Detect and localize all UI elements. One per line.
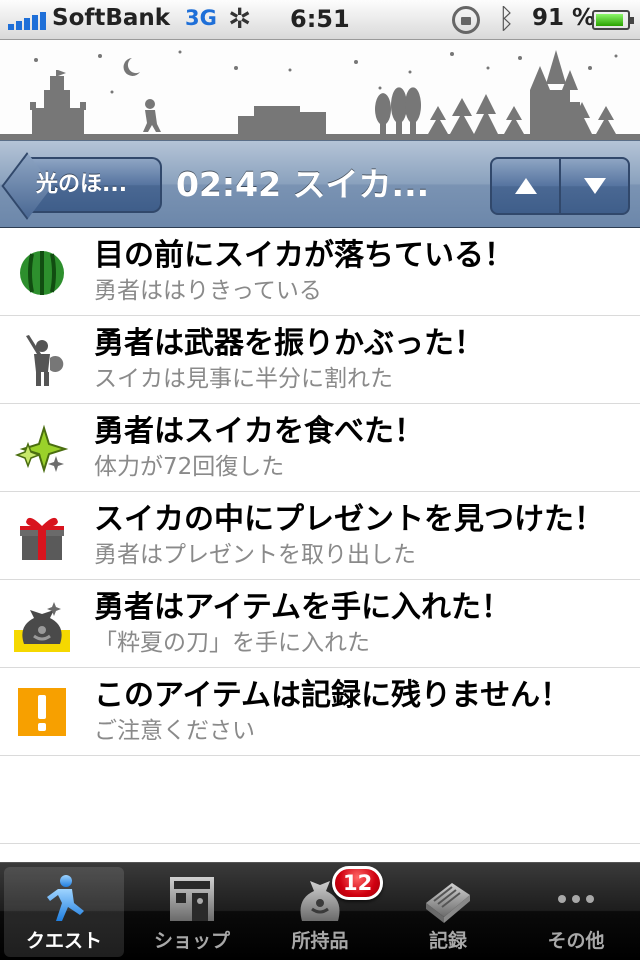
event-title: 勇者はアイテムを手に入れた！ xyxy=(94,590,511,625)
shop-icon xyxy=(170,877,214,921)
battery-percentage: 91 % xyxy=(532,5,596,31)
activity-spinner-icon: ✲ xyxy=(228,2,252,35)
event-subtitle: 勇者はプレゼントを取り出した xyxy=(94,542,416,568)
running-hero-icon xyxy=(47,875,84,921)
list-item[interactable]: スイカの中にプレゼントを見つけた！ 勇者はプレゼントを取り出した xyxy=(0,492,640,580)
tab-records[interactable]: 記録 xyxy=(388,867,508,957)
nav-title: 02:42 スイカ... xyxy=(176,165,430,204)
list-item[interactable]: 勇者は武器を振りかぶった！ スイカは見事に半分に割れた xyxy=(0,316,640,404)
event-title: スイカの中にプレゼントを見つけた！ xyxy=(94,502,604,537)
previous-button[interactable] xyxy=(492,159,559,213)
more-dots-icon xyxy=(558,895,594,903)
inventory-badge: 12 xyxy=(332,866,384,900)
bluetooth-icon: ᛒ xyxy=(498,2,515,35)
rotation-lock-icon xyxy=(452,6,480,34)
tab-label: その他 xyxy=(547,930,605,952)
event-title: 勇者はスイカを食べた！ xyxy=(94,414,424,449)
tab-label: ショップ xyxy=(153,930,230,952)
castle-landscape-illustration xyxy=(0,50,640,140)
gift-box-icon xyxy=(20,517,64,560)
list-item[interactable]: このアイテムは記録に残りません！ ご注意ください xyxy=(0,668,640,756)
event-title: 勇者は武器を振りかぶった！ xyxy=(94,326,484,361)
event-subtitle: ご注意ください xyxy=(94,718,255,744)
tab-bar: クエスト ショップ 所持品 記録 その他 xyxy=(0,862,640,960)
item-bag-icon xyxy=(14,602,70,652)
tab-label: 記録 xyxy=(428,930,467,952)
event-subtitle: 勇者ははりきっている xyxy=(94,278,322,304)
header-banner xyxy=(0,40,640,140)
carrier-name: SoftBank xyxy=(52,5,171,31)
event-subtitle: 「粋夏の刀」を手に入れた xyxy=(94,630,370,656)
quest-event-list: 目の前にスイカが落ちている！ 勇者ははりきっている 勇者は武器を振りかぶった！ … xyxy=(0,228,640,844)
event-subtitle: 体力が72回復した xyxy=(94,454,285,480)
event-title: このアイテムは記録に残りません！ xyxy=(94,678,571,713)
status-time: 6:51 xyxy=(290,5,350,33)
hero-with-sword-icon xyxy=(26,335,64,386)
list-item[interactable]: 勇者はスイカを食べた！ 体力が72回復した xyxy=(0,404,640,492)
tab-shop[interactable]: ショップ xyxy=(132,867,252,957)
event-title: 目の前にスイカが落ちている！ xyxy=(94,238,514,273)
tab-quest[interactable]: クエスト xyxy=(4,867,124,957)
battery-icon xyxy=(592,10,634,30)
event-subtitle: スイカは見事に半分に割れた xyxy=(94,366,393,392)
warning-exclamation-icon xyxy=(18,688,66,736)
list-item[interactable]: 勇者はアイテムを手に入れた！ 「粋夏の刀」を手に入れた xyxy=(0,580,640,668)
status-bar: SoftBank 3G ✲ 6:51 ᛒ 91 % xyxy=(0,0,640,40)
sparkle-icon xyxy=(14,424,69,474)
network-type: 3G xyxy=(185,6,217,30)
next-button[interactable] xyxy=(559,159,628,213)
navigation-bar: 光のほ... 02:42 スイカ... xyxy=(0,140,640,228)
tab-label: 所持品 xyxy=(291,930,349,952)
arrow-down-icon xyxy=(583,178,606,194)
watermelon-icon xyxy=(20,251,64,295)
book-icon xyxy=(426,883,470,923)
signal-bars-icon xyxy=(8,12,46,30)
tab-label: クエスト xyxy=(25,930,102,952)
prev-next-segmented-control xyxy=(490,157,630,215)
back-button[interactable]: 光のほ... xyxy=(24,157,162,213)
arrow-up-icon xyxy=(514,178,537,194)
tab-more[interactable]: その他 xyxy=(516,867,636,957)
empty-list-row xyxy=(0,756,640,844)
list-item[interactable]: 目の前にスイカが落ちている！ 勇者ははりきっている xyxy=(0,228,640,316)
